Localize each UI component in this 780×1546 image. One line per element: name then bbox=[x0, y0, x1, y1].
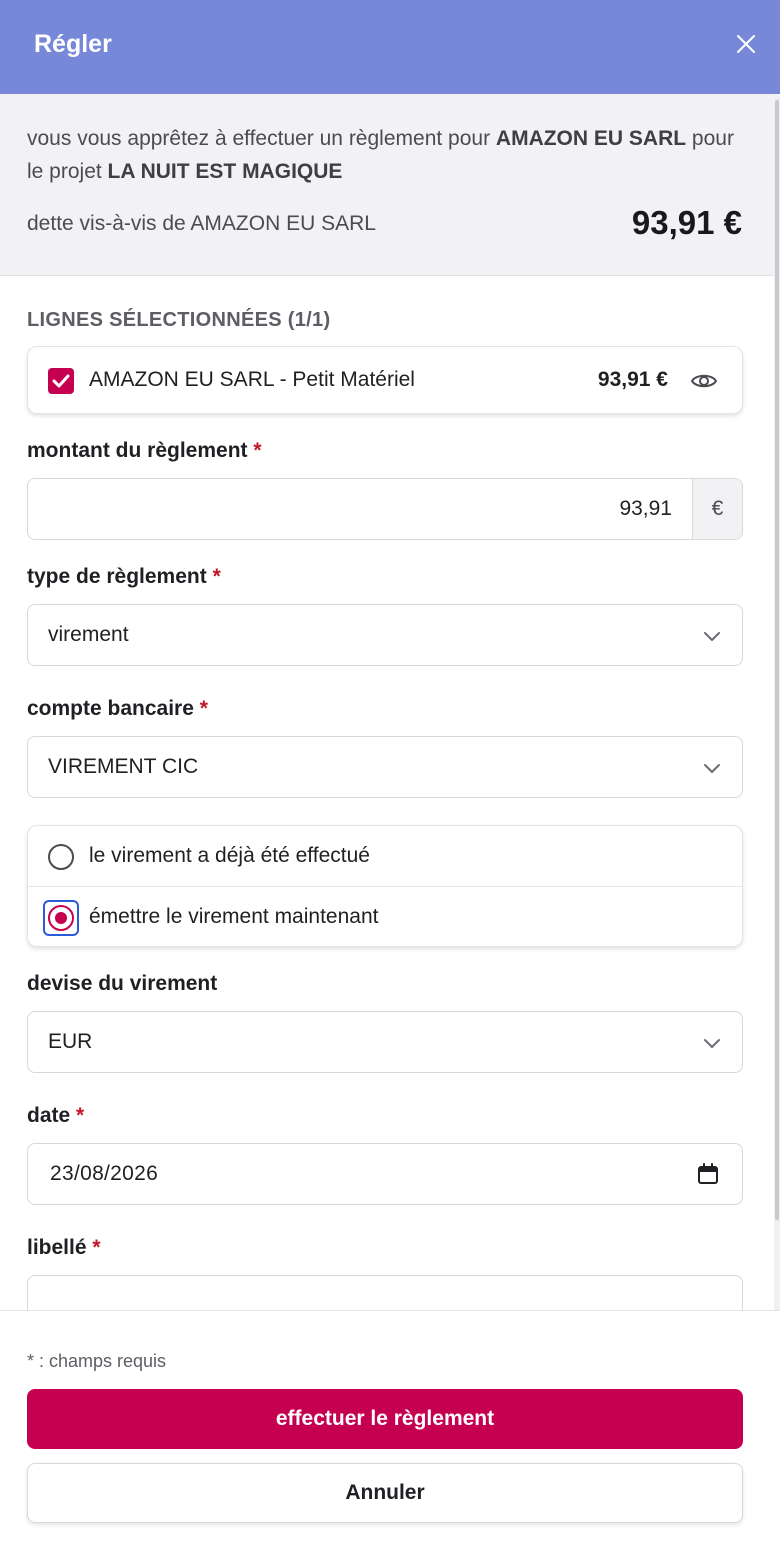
modal-footer: * : champs requis effectuer le règlement… bbox=[0, 1310, 780, 1546]
currency-label: devise du virement bbox=[27, 972, 217, 996]
radio-label: le virement a déjà été effectué bbox=[89, 844, 370, 867]
chevron-down-icon bbox=[704, 764, 720, 773]
summary-supplier: AMAZON EU SARL bbox=[495, 127, 687, 150]
modal-title: Régler bbox=[34, 30, 112, 58]
summary-prefix: vous vous apprêtez à effectuer un règlem… bbox=[27, 127, 496, 150]
transfer-options: le virement a déjà été effectué émettre … bbox=[27, 825, 743, 947]
debt-label: dette vis-à-vis de AMAZON EU SARL bbox=[27, 212, 376, 235]
bank-account-label: compte bancaire * bbox=[27, 697, 208, 721]
required-mark: * bbox=[212, 565, 221, 588]
amount-field[interactable]: € bbox=[27, 478, 743, 540]
date-field[interactable]: 23/08/2026 bbox=[27, 1143, 743, 1205]
currency-select[interactable]: EUR bbox=[27, 1011, 743, 1073]
bank-account-select[interactable]: VIREMENT CIC bbox=[27, 736, 743, 798]
chevron-down-icon bbox=[704, 632, 720, 641]
currency-addon: € bbox=[692, 479, 742, 539]
calendar-icon bbox=[698, 1163, 718, 1184]
checkmark-icon bbox=[52, 374, 70, 388]
bank-account-label-text: compte bancaire bbox=[27, 697, 194, 720]
line-label: AMAZON EU SARL - Petit Matériel bbox=[89, 368, 415, 391]
radio-dot bbox=[55, 912, 67, 924]
radio-button[interactable] bbox=[48, 844, 74, 870]
date-label: date * bbox=[27, 1104, 84, 1128]
payment-type-label: type de règlement * bbox=[27, 565, 221, 589]
required-mark: * bbox=[253, 439, 262, 462]
summary-project: LA NUIT EST MAGIQUE bbox=[107, 160, 343, 183]
date-value[interactable]: 23/08/2026 bbox=[50, 1162, 158, 1186]
scrollbar-thumb[interactable] bbox=[775, 100, 779, 1220]
submit-payment-button[interactable]: effectuer le règlement bbox=[27, 1389, 743, 1449]
selected-line-item: AMAZON EU SARL - Petit Matériel 93,91 € bbox=[27, 346, 743, 414]
required-mark: * bbox=[199, 697, 208, 720]
currency-value: EUR bbox=[48, 1030, 93, 1053]
summary-text: vous vous apprêtez à effectuer un règlem… bbox=[27, 122, 742, 188]
radio-label: émettre le virement maintenant bbox=[89, 905, 379, 928]
amount-label-text: montant du règlement bbox=[27, 439, 248, 462]
payment-summary: vous vous apprêtez à effectuer un règlem… bbox=[0, 94, 780, 276]
radio-transfer-done[interactable]: le virement a déjà été effectué bbox=[28, 826, 742, 886]
selected-lines-title: LIGNES SÉLECTIONNÉES (1/1) bbox=[27, 309, 331, 331]
line-checkbox[interactable] bbox=[48, 368, 74, 394]
wording-label: libellé * bbox=[27, 1236, 101, 1260]
amount-input[interactable] bbox=[28, 479, 692, 539]
required-mark: * bbox=[76, 1104, 85, 1127]
radio-transfer-now[interactable]: émettre le virement maintenant bbox=[28, 886, 742, 946]
debt-amount: 93,91 € bbox=[631, 204, 742, 241]
view-line-button[interactable] bbox=[689, 366, 719, 396]
payment-type-value: virement bbox=[48, 623, 129, 646]
cancel-button[interactable]: Annuler bbox=[27, 1463, 743, 1523]
close-icon bbox=[737, 35, 755, 53]
amount-label: montant du règlement * bbox=[27, 439, 262, 463]
line-amount: 93,91 € bbox=[597, 368, 668, 391]
payment-type-label-text: type de règlement bbox=[27, 565, 207, 588]
chevron-down-icon bbox=[704, 1039, 720, 1048]
radio-button-selected[interactable] bbox=[48, 905, 74, 931]
eye-icon bbox=[691, 374, 717, 388]
calendar-button[interactable] bbox=[696, 1162, 720, 1186]
currency-label-text: devise du virement bbox=[27, 972, 218, 995]
bank-account-value: VIREMENT CIC bbox=[48, 755, 199, 778]
date-label-text: date bbox=[27, 1104, 71, 1127]
payment-type-select[interactable]: virement bbox=[27, 604, 743, 666]
modal-header: Régler bbox=[0, 0, 780, 94]
required-mark: * bbox=[92, 1236, 101, 1259]
required-note: * : champs requis bbox=[27, 1351, 167, 1371]
close-button[interactable] bbox=[730, 28, 762, 60]
wording-label-text: libellé bbox=[27, 1236, 87, 1259]
